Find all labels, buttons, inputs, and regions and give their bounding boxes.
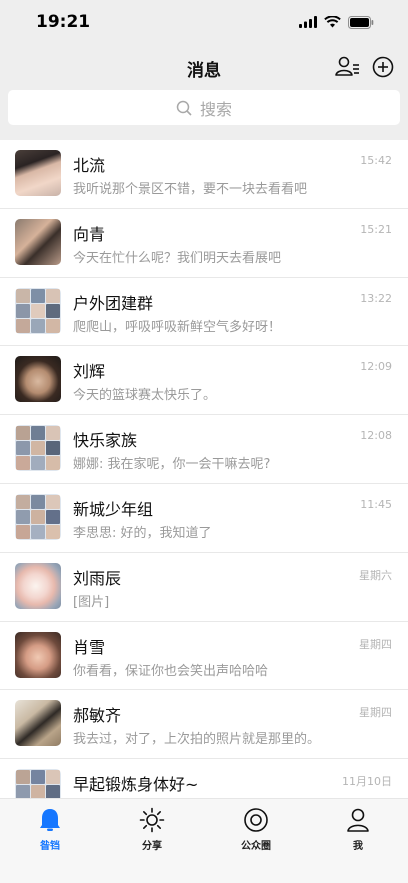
conversation-row[interactable]: 北流 我听说那个景区不错，要不一块去看看吧 15:42 — [0, 140, 408, 209]
wifi-icon — [324, 16, 341, 28]
conversation-message: 今天的篮球赛太快乐了。 — [73, 388, 217, 404]
conversation-name: 刘雨辰 — [73, 568, 122, 588]
conversation-row[interactable]: 向青 今天在忙什么呢？我们明天去看展吧 15:21 — [0, 209, 408, 278]
conversation-time: 13:22 — [360, 291, 392, 305]
signal-icon — [299, 16, 317, 28]
conversation-time: 星期四 — [359, 637, 392, 651]
tab-label: 昝铛 — [40, 841, 60, 852]
avatar — [15, 700, 61, 747]
conversation-name: 肖雪 — [73, 637, 106, 657]
nav-bar: 消息 — [0, 48, 408, 86]
conversation-message: 爬爬山，呼吸呼吸新鲜空气多好呀！ — [73, 319, 282, 335]
add-button[interactable] — [372, 54, 398, 80]
conversation-row[interactable]: 户外团建群 爬爬山，呼吸呼吸新鲜空气多好呀！ 13:22 — [0, 278, 408, 347]
group-avatar — [15, 493, 61, 540]
tab-messages[interactable]: 昝铛 — [10, 807, 90, 852]
conversation-time: 12:09 — [360, 360, 392, 374]
search-placeholder: 搜索 — [199, 99, 232, 119]
conversation-name: 快乐家族 — [73, 431, 138, 451]
search-icon — [176, 100, 192, 116]
avatar — [15, 562, 61, 609]
sun-icon — [139, 807, 165, 833]
conversation-row[interactable]: 新城少年组 李思思: 好的，我知道了 11:45 — [0, 484, 408, 553]
conversation-time: 星期六 — [359, 568, 392, 582]
conversation-row[interactable]: 快乐家族 娜娜: 我在家呢，你一会干嘛去呢? 12:08 — [0, 415, 408, 484]
avatar — [15, 356, 61, 403]
avatar — [15, 150, 61, 196]
conversation-list: 北流 我听说那个景区不错，要不一块去看看吧 15:42 向青 今天在忙什么呢？我… — [0, 140, 408, 828]
tab-label: 我 — [353, 841, 363, 852]
conversation-name: 向青 — [73, 224, 106, 244]
avatar — [15, 631, 61, 678]
status-icons — [299, 14, 374, 30]
contacts-button[interactable] — [334, 54, 360, 80]
tab-me[interactable]: 我 — [318, 807, 398, 852]
group-avatar — [15, 425, 61, 472]
conversation-message: [图片] — [73, 594, 110, 610]
tab-share[interactable]: 分享 — [112, 807, 192, 852]
bell-icon — [40, 809, 60, 831]
status-time: 19:21 — [36, 12, 91, 32]
person-icon — [347, 808, 369, 832]
search-input[interactable]: 搜索 — [8, 90, 400, 125]
conversation-row[interactable]: 刘辉 今天的篮球赛太快乐了。 12:09 — [0, 346, 408, 416]
conversation-message: 我去过，对了，上次拍的照片就是那里的。 — [73, 732, 321, 748]
conversation-name: 刘辉 — [73, 362, 106, 382]
contacts-icon — [335, 56, 359, 76]
conversation-row[interactable]: 刘雨辰 [图片] 星期六 — [0, 553, 408, 622]
circle-icon — [244, 808, 268, 832]
conversation-row[interactable]: 肖雪 你看看，保证你也会笑出声哈哈哈 星期四 — [0, 622, 408, 691]
conversation-time: 11:45 — [360, 497, 392, 511]
conversation-name: 郝敏齐 — [73, 706, 122, 726]
avatar — [15, 218, 61, 265]
conversation-time: 12:08 — [360, 429, 392, 443]
conversation-time: 11月10日 — [342, 775, 392, 789]
conversation-row[interactable]: 郝敏齐 我去过，对了，上次拍的照片就是那里的。 星期四 — [0, 690, 408, 760]
conversation-message: 今天在忙什么呢？我们明天去看展吧 — [73, 250, 282, 266]
tab-label: 分享 — [142, 841, 162, 852]
conversation-time: 星期四 — [359, 706, 392, 720]
top-bar: 19:21 消息 搜索 — [0, 0, 408, 140]
conversation-message: 你看看，保证你也会笑出声哈哈哈 — [73, 663, 269, 679]
group-avatar — [15, 287, 61, 334]
tab-bar: 昝铛 分享 公众圈 我 — [0, 798, 408, 883]
conversation-name: 新城少年组 — [73, 499, 154, 519]
conversation-name: 户外团建群 — [73, 293, 154, 313]
conversation-time: 15:42 — [360, 154, 392, 167]
plus-circle-icon — [372, 56, 394, 78]
conversation-message: 我听说那个景区不错，要不一块去看看吧 — [73, 182, 308, 197]
tab-label: 公众圈 — [241, 841, 271, 852]
conversation-name: 早起锻炼身体好~ — [73, 775, 199, 795]
conversation-message: 娜娜: 我在家呢，你一会干嘛去呢? — [73, 457, 271, 473]
conversation-name: 北流 — [73, 156, 106, 175]
conversation-time: 15:21 — [360, 222, 392, 236]
status-bar: 19:21 — [0, 0, 408, 44]
battery-icon — [348, 15, 374, 29]
tab-public-circle[interactable]: 公众圈 — [216, 807, 296, 852]
conversation-message: 李思思: 好的，我知道了 — [73, 525, 212, 541]
